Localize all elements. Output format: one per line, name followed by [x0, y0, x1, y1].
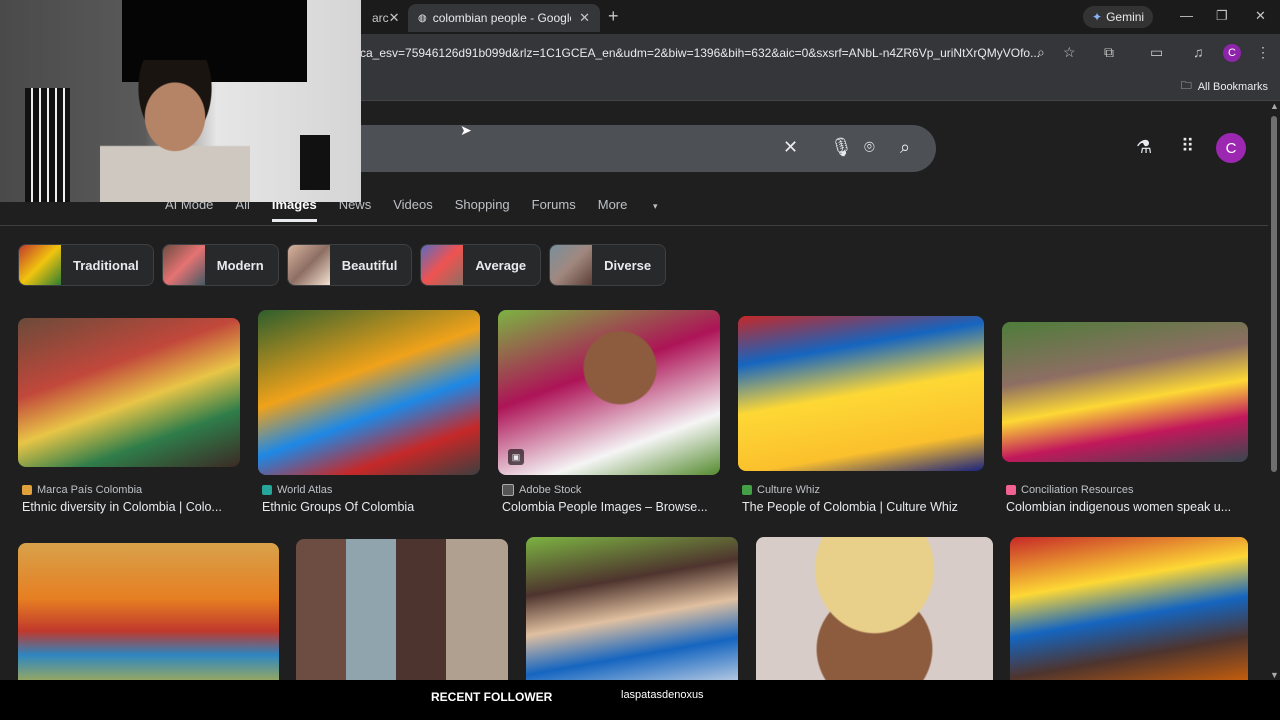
webcam-overlay [0, 0, 361, 202]
result-title[interactable]: Ethnic Groups Of Colombia [262, 500, 477, 514]
result-image[interactable] [18, 318, 240, 467]
favicon-icon [22, 485, 32, 495]
gemini-icon: ✦ [1092, 10, 1103, 24]
cursor-icon: ➤ [460, 122, 472, 138]
restore-icon[interactable]: ❐ [1216, 8, 1228, 24]
chip-thumbnail [287, 245, 330, 285]
search-input[interactable]: ✕ 🎙 ⌾ ⌕ [300, 125, 936, 172]
result-source[interactable]: Adobe Stock [502, 484, 581, 496]
scroll-down-icon[interactable]: ▼ [1270, 670, 1279, 680]
chip-thumbnail [162, 245, 205, 285]
google-favicon-icon: ◍ [418, 12, 427, 24]
image-badge-icon: ▣ [508, 449, 524, 465]
favicon-icon [502, 484, 514, 496]
tab-videos[interactable]: Videos [393, 197, 433, 222]
chip-beautiful[interactable]: Beautiful [286, 244, 413, 286]
source-label: World Atlas [277, 484, 333, 496]
tab-google-search[interactable]: ◍ colombian people - Google Se ✕ [408, 4, 600, 32]
apps-grid-icon[interactable]: ⠿ [1181, 136, 1194, 157]
chip-modern[interactable]: Modern [161, 244, 279, 286]
result-image[interactable] [526, 537, 738, 680]
clear-icon[interactable]: ✕ [783, 137, 798, 158]
tab-more[interactable]: More ▾ [598, 197, 680, 222]
caret-down-icon: ▾ [652, 201, 658, 211]
tabs-divider [0, 225, 1268, 226]
result-image[interactable]: ▣ [498, 310, 720, 475]
close-window-icon[interactable]: ✕ [1255, 8, 1266, 24]
chip-label: Traditional [73, 257, 139, 273]
source-label: Conciliation Resources [1021, 484, 1134, 496]
webcam-piano [25, 88, 70, 202]
chip-label: Average [475, 257, 527, 273]
bookmark-star-icon[interactable]: ☆ [1063, 44, 1076, 61]
new-tab-icon[interactable]: + [608, 6, 619, 27]
result-image[interactable] [1010, 537, 1248, 680]
chip-label: Beautiful [341, 257, 398, 273]
chip-average[interactable]: Average [420, 244, 542, 286]
close-icon[interactable]: ✕ [389, 10, 400, 26]
result-title[interactable]: Colombia People Images – Browse... [502, 500, 720, 514]
microphone-icon[interactable]: 🎙 [830, 137, 853, 158]
chip-traditional[interactable]: Traditional [18, 244, 154, 286]
result-title[interactable]: The People of Colombia | Culture Whiz [742, 500, 982, 514]
webcam-person [100, 60, 250, 202]
labs-icon[interactable]: ⚗ [1136, 137, 1152, 158]
lens-icon[interactable]: ⌾ [864, 137, 875, 158]
close-icon[interactable]: ✕ [579, 10, 590, 26]
result-image[interactable] [18, 543, 279, 680]
result-source[interactable]: World Atlas [262, 484, 332, 496]
minimize-icon[interactable]: — [1180, 8, 1193, 23]
refinement-chips: Traditional Modern Beautiful Average Div… [18, 244, 667, 286]
menu-icon[interactable]: ⋮ [1256, 44, 1270, 61]
extensions-icon[interactable]: ⧉ [1104, 44, 1114, 61]
media-control-icon[interactable]: ♫ [1193, 44, 1204, 60]
chip-thumbnail [421, 245, 464, 285]
more-label: More [597, 197, 628, 212]
result-source[interactable]: Culture Whiz [742, 484, 820, 496]
folder-icon: 🗀 [1180, 80, 1192, 92]
chip-thumbnail [19, 245, 61, 285]
result-title[interactable]: Ethnic diversity in Colombia | Colo... [22, 500, 237, 514]
tab-marca[interactable]: arc ✕ [362, 4, 404, 32]
result-image[interactable] [1002, 322, 1248, 462]
tab-forums[interactable]: Forums [532, 197, 576, 222]
result-source[interactable]: Marca País Colombia [22, 484, 142, 496]
source-label: Culture Whiz [757, 484, 820, 496]
source-label: Marca País Colombia [37, 484, 143, 496]
account-avatar[interactable]: C [1216, 133, 1246, 163]
tab-label: arc [372, 11, 389, 25]
chip-label: Modern [216, 257, 264, 273]
all-bookmarks-label: All Bookmarks [1197, 80, 1268, 93]
tab-shopping[interactable]: Shopping [455, 197, 510, 222]
result-image[interactable] [296, 539, 508, 680]
result-title[interactable]: Colombian indigenous women speak u... [1006, 500, 1246, 514]
result-image[interactable] [738, 316, 984, 471]
all-bookmarks-button[interactable]: 🗀 All Bookmarks [1181, 77, 1268, 96]
tab-label: colombian people - Google Se [432, 11, 571, 25]
source-label: Adobe Stock [519, 484, 582, 496]
profile-avatar[interactable]: C [1223, 44, 1241, 62]
gemini-label: Gemini [1106, 10, 1145, 24]
zoom-icon[interactable]: ⌕ [1037, 44, 1045, 61]
gemini-button[interactable]: ✦ Gemini [1083, 6, 1154, 28]
chip-diverse[interactable]: Diverse [549, 244, 667, 286]
favicon-icon [1006, 485, 1016, 495]
webcam-chair [300, 135, 330, 190]
search-icon[interactable]: ⌕ [900, 137, 910, 158]
address-bar[interactable]: ca_esv=75946126d91b099d&rlz=1C1GCEA_en&u… [360, 40, 1060, 66]
recent-follower-label: RECENT FOLLOWER [431, 690, 553, 704]
cast-icon[interactable]: ▭ [1150, 44, 1163, 61]
url-text: ca_esv=75946126d91b099d&rlz=1C1GCEA_en&u… [360, 46, 1041, 60]
recent-follower-name: laspatasdenoxus [621, 689, 704, 701]
chip-label: Diverse [604, 257, 652, 273]
result-source[interactable]: Conciliation Resources [1006, 484, 1134, 496]
scroll-up-icon[interactable]: ▲ [1270, 101, 1279, 111]
chip-thumbnail [550, 245, 593, 285]
result-image[interactable] [756, 537, 993, 680]
result-image[interactable] [258, 310, 480, 475]
scrollbar-thumb[interactable] [1271, 116, 1277, 472]
favicon-icon [742, 485, 752, 495]
favicon-icon [262, 485, 272, 495]
